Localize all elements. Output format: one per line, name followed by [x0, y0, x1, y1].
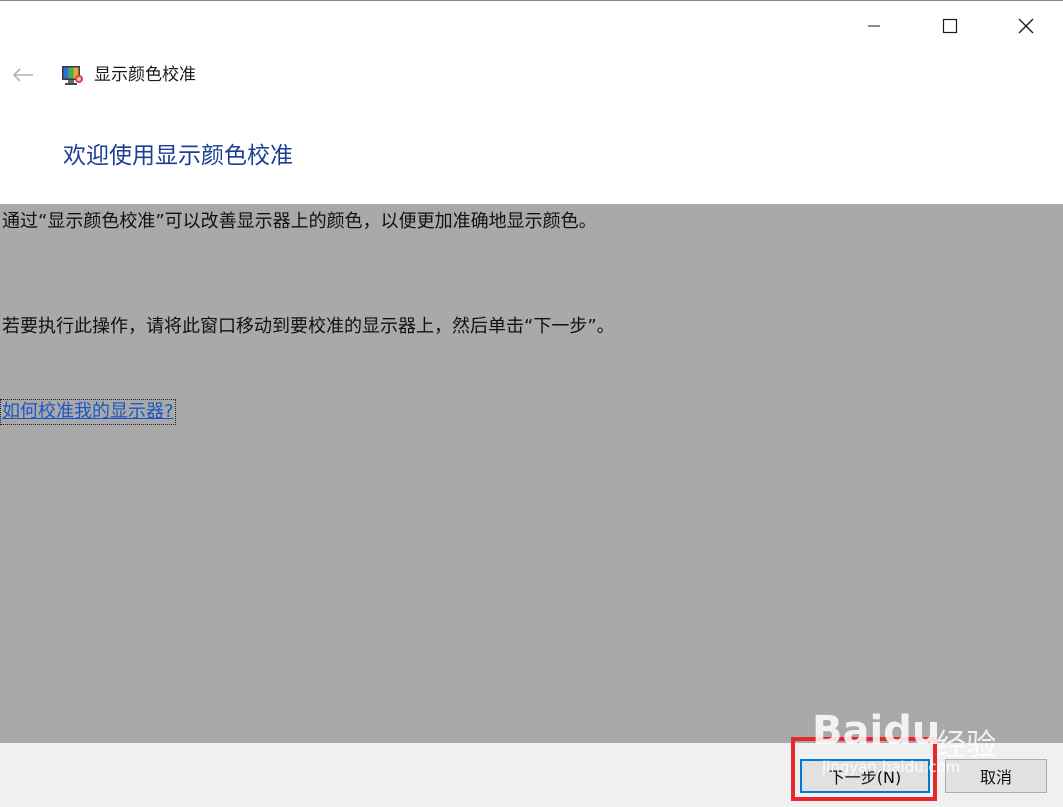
- minimize-icon: [868, 25, 880, 27]
- instruction-paragraph: 若要执行此操作，请将此窗口移动到要校准的显示器上，然后单击“下一步”。: [2, 316, 615, 337]
- help-link[interactable]: 如何校准我的显示器?: [0, 399, 176, 425]
- arrow-left-icon: [12, 68, 33, 82]
- content-area: 通过“显示颜色校准”可以改善显示器上的颜色，以便更加准确地显示颜色。 若要执行此…: [0, 204, 1063, 743]
- back-button[interactable]: [8, 60, 38, 90]
- footer-bar: 下一步(N) 取消: [0, 743, 1063, 807]
- intro-paragraph: 通过“显示颜色校准”可以改善显示器上的颜色，以便更加准确地显示颜色。: [2, 211, 597, 232]
- calibration-window: 显示颜色校准 欢迎使用显示颜色校准 通过“显示颜色校准”可以改善显示器上的颜色，…: [0, 0, 1063, 807]
- cancel-button[interactable]: 取消: [945, 759, 1047, 793]
- minimize-button[interactable]: [836, 1, 912, 51]
- close-icon: [1018, 18, 1033, 34]
- next-button[interactable]: 下一步(N): [800, 759, 930, 793]
- page-heading: 欢迎使用显示颜色校准: [63, 143, 293, 169]
- maximize-icon: [942, 18, 958, 34]
- window-title: 显示颜色校准: [94, 65, 196, 85]
- navigation-bar: 显示颜色校准: [0, 52, 1063, 98]
- maximize-button[interactable]: [912, 1, 988, 51]
- display-color-calibration-icon: [62, 66, 83, 85]
- close-button[interactable]: [988, 1, 1063, 51]
